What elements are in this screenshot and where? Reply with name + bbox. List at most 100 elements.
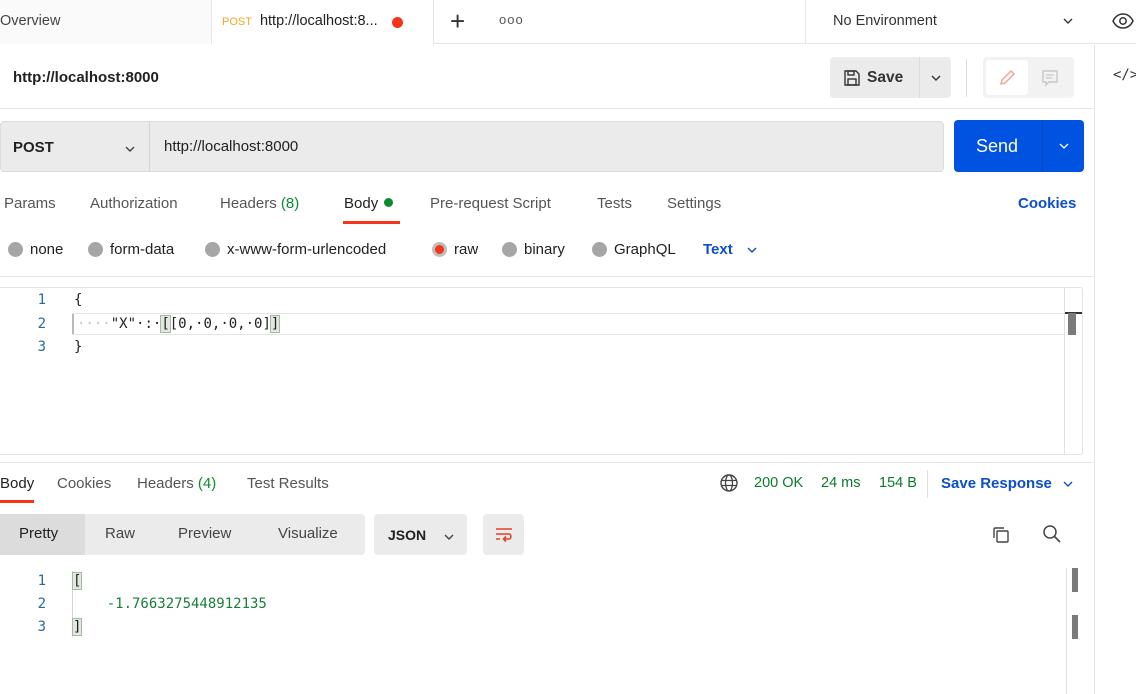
- line-number: 1: [37, 292, 46, 308]
- tab-label: Cookies: [57, 475, 112, 492]
- code-snippet-icon[interactable]: </>: [1113, 67, 1136, 83]
- format-preview[interactable]: Preview: [178, 514, 231, 555]
- response-value: -1.7663275448912135: [73, 596, 267, 612]
- response-tab-test-results[interactable]: Test Results: [247, 475, 329, 492]
- divider: [0, 108, 1094, 109]
- environment-select[interactable]: No Environment: [805, 0, 1095, 44]
- response-time[interactable]: 24 ms: [821, 475, 861, 491]
- tab-label: Tests: [597, 195, 633, 212]
- tab-body[interactable]: Body: [344, 195, 394, 212]
- method-label: POST: [13, 139, 54, 156]
- search-icon[interactable]: [1042, 524, 1062, 544]
- active-tab-underline: [0, 500, 34, 503]
- chevron-down-icon: [1059, 143, 1068, 149]
- save-response-label: Save Response: [941, 475, 1052, 492]
- line-number: 1: [37, 573, 46, 589]
- send-button[interactable]: Send: [954, 120, 1042, 172]
- radio-raw[interactable]: raw: [432, 241, 478, 258]
- tab-settings[interactable]: Settings: [667, 195, 721, 212]
- tab-label: Settings: [667, 195, 722, 212]
- editor-scrollbar-thumb[interactable]: [1068, 313, 1076, 335]
- save-button[interactable]: Save: [830, 57, 919, 98]
- radio-label: raw: [454, 241, 479, 258]
- save-options-button[interactable]: [919, 57, 951, 98]
- format-visualize[interactable]: Visualize: [278, 514, 338, 555]
- wrap-lines-button[interactable]: [483, 514, 524, 555]
- tab-authorization[interactable]: Authorization: [90, 195, 178, 212]
- tab-label: Test Results: [247, 475, 329, 492]
- active-tab-underline: [343, 221, 400, 224]
- radio-none[interactable]: none: [8, 241, 63, 258]
- radio-form-data[interactable]: form-data: [88, 241, 174, 258]
- divider: [0, 276, 1094, 277]
- response-tab-body[interactable]: Body: [0, 475, 34, 492]
- matched-bracket: [: [71, 572, 83, 590]
- tab-label: Headers: [137, 475, 194, 492]
- json-colon: ·:·: [136, 316, 162, 332]
- comments-button[interactable]: [1032, 60, 1068, 95]
- radio-binary[interactable]: binary: [502, 241, 565, 258]
- right-sidebar-border: [1094, 45, 1095, 694]
- matched-bracket: ]: [269, 315, 281, 333]
- matched-bracket: [: [160, 315, 171, 333]
- response-scrollbar-track: [1066, 568, 1067, 694]
- radio-circle-icon: [502, 242, 517, 257]
- response-status[interactable]: 200 OK: [754, 475, 803, 491]
- headers-count: (4): [197, 475, 217, 492]
- tab-label: Pre-request Script: [430, 195, 551, 212]
- eye-icon[interactable]: [1112, 12, 1134, 30]
- radio-graphql[interactable]: GraphQL: [592, 241, 676, 258]
- chevron-down-icon: [747, 247, 757, 253]
- body-indicator-dot-icon: [384, 198, 394, 207]
- more-tabs-icon[interactable]: ooo: [499, 12, 524, 27]
- cookies-link[interactable]: Cookies: [1018, 195, 1076, 212]
- copy-icon[interactable]: [991, 525, 1011, 545]
- tab-overview[interactable]: Overview: [0, 0, 212, 44]
- send-options-button[interactable]: [1042, 120, 1084, 172]
- request-name: http://localhost:8000: [13, 69, 159, 86]
- raw-format-select[interactable]: Text: [703, 241, 759, 258]
- tab-tests[interactable]: Tests: [597, 195, 632, 212]
- tab-pre-request-script[interactable]: Pre-request Script: [430, 195, 551, 212]
- code-line: {: [74, 292, 83, 308]
- headers-count: (8): [280, 195, 300, 212]
- save-response-button[interactable]: Save Response: [941, 475, 1075, 492]
- json-key: "X": [110, 316, 137, 332]
- response-scrollbar-marker[interactable]: [1072, 615, 1078, 639]
- tab-request-active[interactable]: POST http://localhost:8...: [212, 0, 434, 46]
- code-line: }: [74, 339, 83, 355]
- pencil-icon: [999, 69, 1016, 85]
- chevron-down-icon: [931, 75, 940, 81]
- radio-label: none: [30, 241, 64, 258]
- tab-headers[interactable]: Headers (8): [220, 195, 299, 212]
- radio-label: form-data: [110, 241, 175, 258]
- divider: [966, 59, 967, 97]
- radio-x-www-form-urlencoded[interactable]: x-www-form-urlencoded: [205, 241, 386, 258]
- radio-circle-icon: [592, 242, 607, 257]
- chevron-down-icon: [1063, 18, 1073, 24]
- format-raw[interactable]: Raw: [105, 514, 135, 555]
- response-size[interactable]: 154 B: [879, 475, 917, 491]
- divider: [927, 470, 928, 498]
- format-pretty[interactable]: Pretty: [0, 514, 85, 555]
- chevron-down-icon: [444, 534, 454, 540]
- globe-icon[interactable]: [719, 473, 739, 493]
- url-input[interactable]: http://localhost:8000: [149, 121, 944, 172]
- tab-method-label: POST: [222, 16, 252, 28]
- language-label: JSON: [388, 527, 427, 543]
- edit-button[interactable]: [986, 60, 1028, 95]
- radio-circle-icon: [8, 242, 23, 257]
- tab-params[interactable]: Params: [4, 195, 56, 212]
- response-tab-headers[interactable]: Headers (4): [137, 475, 216, 492]
- matched-bracket: ]: [71, 618, 83, 636]
- response-line: ]: [71, 618, 83, 636]
- tab-label: Body: [0, 475, 35, 492]
- response-scrollbar-marker[interactable]: [1072, 568, 1078, 592]
- response-language-select[interactable]: JSON: [374, 514, 467, 555]
- new-tab-button[interactable]: +: [450, 8, 465, 34]
- method-select[interactable]: POST: [0, 121, 149, 172]
- chevron-down-icon: [125, 146, 135, 152]
- line-number: 3: [37, 619, 46, 635]
- radio-selected-icon: [432, 242, 447, 257]
- response-tab-cookies[interactable]: Cookies: [57, 475, 111, 492]
